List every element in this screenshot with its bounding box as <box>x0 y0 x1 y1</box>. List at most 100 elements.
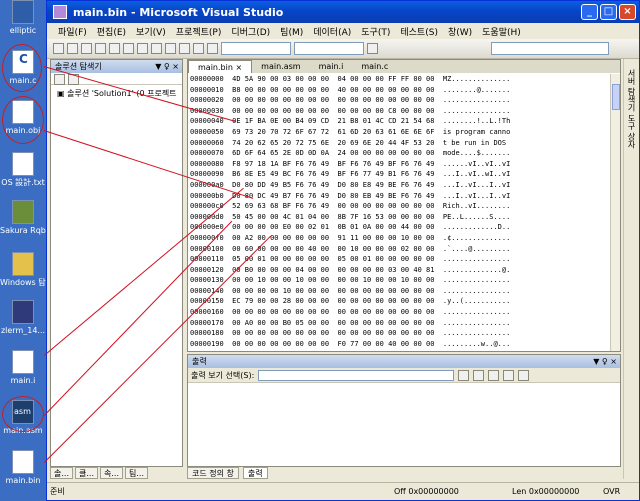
hex-row[interactable]: 00000190 00 00 00 00 00 00 00 00 F0 77 0… <box>190 339 602 350</box>
hex-ascii[interactable]: ................ <box>434 96 510 104</box>
hex-ascii[interactable]: ................ <box>434 329 510 337</box>
tab-team[interactable]: 팀... <box>125 467 148 479</box>
desktop-icon[interactable]: main.i <box>0 350 46 385</box>
close-tab-icon[interactable]: × <box>235 63 242 72</box>
hex-row[interactable]: 00000030 00 00 00 00 00 00 00 00 00 00 0… <box>190 106 602 117</box>
output-source-dropdown[interactable] <box>258 369 455 381</box>
hex-bytes[interactable]: 00 00 00 00 00 00 00 00 00 00 00 00 C8 0… <box>224 107 434 115</box>
hex-bytes[interactable]: 52 69 63 68 BF F6 76 49 00 00 00 00 00 0… <box>224 202 434 210</box>
hex-ascii[interactable]: .¢.............. <box>434 234 510 242</box>
hex-row[interactable]: 00000110 05 00 01 00 00 00 00 00 05 00 0… <box>190 254 602 265</box>
hex-bytes[interactable]: 00 00 00 00 00 00 00 00 00 00 00 00 00 0… <box>224 96 434 104</box>
tab-output[interactable]: 출력 <box>242 467 268 479</box>
desktop-icon[interactable]: zlerm_14... <box>0 300 46 335</box>
hex-ascii[interactable]: ................ <box>434 287 510 295</box>
hex-ascii[interactable]: ................ <box>434 308 510 316</box>
hex-bytes[interactable]: 69 73 20 70 72 6F 67 72 61 6D 20 63 61 6… <box>224 128 434 136</box>
menu-help[interactable]: 도움말(H) <box>477 25 526 38</box>
hex-row[interactable]: 00000130 00 00 10 00 00 10 00 00 00 00 1… <box>190 275 602 286</box>
open-file-icon[interactable] <box>81 43 92 54</box>
tab-solution-explorer[interactable]: 솔... <box>50 467 73 479</box>
hex-row[interactable]: 000000d0 50 45 00 00 4C 01 04 00 8B 7F 1… <box>190 212 602 223</box>
navigate-icon[interactable] <box>193 43 204 54</box>
hex-ascii[interactable]: MZ.............. <box>434 75 510 83</box>
tab-main-bin[interactable]: main.bin × <box>188 60 253 73</box>
undo-icon[interactable] <box>165 43 176 54</box>
menu-debug[interactable]: 디버그(D) <box>226 25 275 38</box>
hex-bytes[interactable]: B6 8E E5 49 BC F6 76 49 BF F6 77 49 B1 F… <box>224 170 434 178</box>
hex-bytes[interactable]: 0E 1F BA 0E 00 B4 09 CD 21 B8 01 4C CD 2… <box>224 117 434 125</box>
minimize-button[interactable]: _ <box>581 4 598 20</box>
hex-bytes[interactable]: 4D 5A 90 00 03 00 00 00 04 00 00 00 FF F… <box>224 75 434 83</box>
find-icon[interactable] <box>367 43 378 54</box>
menu-edit[interactable]: 편집(E) <box>92 25 131 38</box>
properties-icon[interactable] <box>54 74 65 85</box>
hex-bytes[interactable]: 00 00 10 00 00 10 00 00 00 00 10 00 00 1… <box>224 276 434 284</box>
hex-ascii[interactable]: ................ <box>434 107 510 115</box>
menu-window[interactable]: 창(W) <box>443 25 477 38</box>
hex-bytes[interactable]: 50 45 00 00 4C 01 04 00 8B 7F 16 53 00 0… <box>224 213 434 221</box>
hex-row[interactable]: 00000040 0E 1F BA 0E 00 B4 09 CD 21 B8 0… <box>190 116 602 127</box>
hex-bytes[interactable]: 00 00 00 00 00 00 00 00 00 00 00 00 00 0… <box>224 308 434 316</box>
scrollbar-thumb[interactable] <box>612 84 620 110</box>
hex-ascii[interactable]: .............D.. <box>434 223 510 231</box>
maximize-button[interactable]: □ <box>600 4 617 20</box>
configuration-dropdown[interactable] <box>221 42 291 55</box>
hex-row[interactable]: 00000000 4D 5A 90 00 03 00 00 00 04 00 0… <box>190 74 602 85</box>
tab-main-c[interactable]: main.c <box>352 60 397 73</box>
hex-bytes[interactable]: D0 80 DD 49 B5 F6 76 49 D0 80 E8 49 BE F… <box>224 181 434 189</box>
hex-ascii[interactable]: ................ <box>434 276 510 284</box>
hex-ascii[interactable]: Rich..vI........ <box>434 202 510 210</box>
hex-row[interactable]: 000000f0 00 A2 00 00 00 00 00 00 91 11 0… <box>190 233 602 244</box>
hex-ascii[interactable]: ......vI..vI..vI <box>434 160 510 168</box>
hex-bytes[interactable]: 00 00 00 00 00 00 00 00 00 00 00 00 00 0… <box>224 329 434 337</box>
hex-row[interactable]: 000000a0 D0 80 DD 49 B5 F6 76 49 D0 80 E… <box>190 180 602 191</box>
menu-data[interactable]: 데이터(A) <box>308 25 356 38</box>
menu-tools[interactable]: 도구(T) <box>356 25 395 38</box>
pane-pin-controls[interactable]: ▼ ♀ × <box>593 357 620 366</box>
hex-ascii[interactable]: .........w..@... <box>434 340 510 348</box>
menu-file[interactable]: 파일(F) <box>53 25 92 38</box>
hex-ascii[interactable]: ...I..vI...I..vI <box>434 192 510 200</box>
cut-icon[interactable] <box>123 43 134 54</box>
hex-ascii[interactable]: ................ <box>434 319 510 327</box>
hex-ascii[interactable]: ........@....... <box>434 86 510 94</box>
menu-team[interactable]: 팀(M) <box>275 25 308 38</box>
prev-message-icon[interactable] <box>473 369 485 381</box>
hex-ascii[interactable]: ..............@. <box>434 266 510 274</box>
hex-ascii[interactable]: is program canno <box>434 128 510 136</box>
hex-row[interactable]: 00000150 EC 79 00 00 28 00 00 00 00 00 0… <box>190 296 602 307</box>
hex-row[interactable]: 00000170 00 A0 00 00 B0 05 00 00 00 00 0… <box>190 318 602 329</box>
menu-view[interactable]: 보기(V) <box>131 25 171 38</box>
desktop-icon[interactable]: Windows 탐색기 <box>0 252 46 287</box>
close-button[interactable]: × <box>619 4 636 20</box>
hex-row[interactable]: 00000120 00 B0 00 00 00 04 00 00 00 00 0… <box>190 265 602 276</box>
clear-all-icon[interactable] <box>503 369 515 381</box>
tab-main-i[interactable]: main.i <box>310 60 353 73</box>
hex-bytes[interactable]: 6D 6F 64 65 2E 0D 0D 0A 24 00 00 00 00 0… <box>224 149 434 157</box>
hex-ascii[interactable]: t be run in DOS <box>434 139 510 147</box>
tab-main-asm[interactable]: main.asm <box>252 60 309 73</box>
desktop-icon[interactable]: Sakura Rqb Toolkit 1.6 <box>0 200 46 235</box>
hex-bytes[interactable]: 00 00 00 00 10 00 00 00 00 00 00 00 00 0… <box>224 287 434 295</box>
new-project-icon[interactable] <box>53 43 64 54</box>
hex-view[interactable]: 00000000 4D 5A 90 00 03 00 00 00 04 00 0… <box>190 74 602 351</box>
hex-row[interactable]: 00000070 6D 6F 64 65 2E 0D 0D 0A 24 00 0… <box>190 148 602 159</box>
hex-bytes[interactable]: 00 A0 00 00 B0 05 00 00 00 00 00 00 00 0… <box>224 319 434 327</box>
hex-row[interactable]: 00000160 00 00 00 00 00 00 00 00 00 00 0… <box>190 307 602 318</box>
find-message-icon[interactable] <box>458 369 470 381</box>
start-debugging-icon[interactable] <box>207 43 218 54</box>
tab-properties[interactable]: 속... <box>100 467 123 479</box>
hex-row[interactable]: 00000060 74 20 62 65 20 72 75 6E 20 69 6… <box>190 138 602 149</box>
save-icon[interactable] <box>95 43 106 54</box>
hex-row[interactable]: 00000050 69 73 20 70 72 6F 67 72 61 6D 2… <box>190 127 602 138</box>
right-tool-strip[interactable]: 서버 탐색기 도구 상자 <box>623 59 637 479</box>
save-all-icon[interactable] <box>109 43 120 54</box>
platform-dropdown[interactable] <box>294 42 364 55</box>
hex-ascii[interactable]: mode....$....... <box>434 149 510 157</box>
hex-row[interactable]: 00000010 B8 00 00 00 00 00 00 00 40 00 0… <box>190 85 602 96</box>
hex-ascii[interactable]: .y..(........... <box>434 297 510 305</box>
paste-icon[interactable] <box>151 43 162 54</box>
hex-ascii[interactable]: .`....@......... <box>434 245 510 253</box>
hex-ascii[interactable]: PE..L......S.... <box>434 213 510 221</box>
